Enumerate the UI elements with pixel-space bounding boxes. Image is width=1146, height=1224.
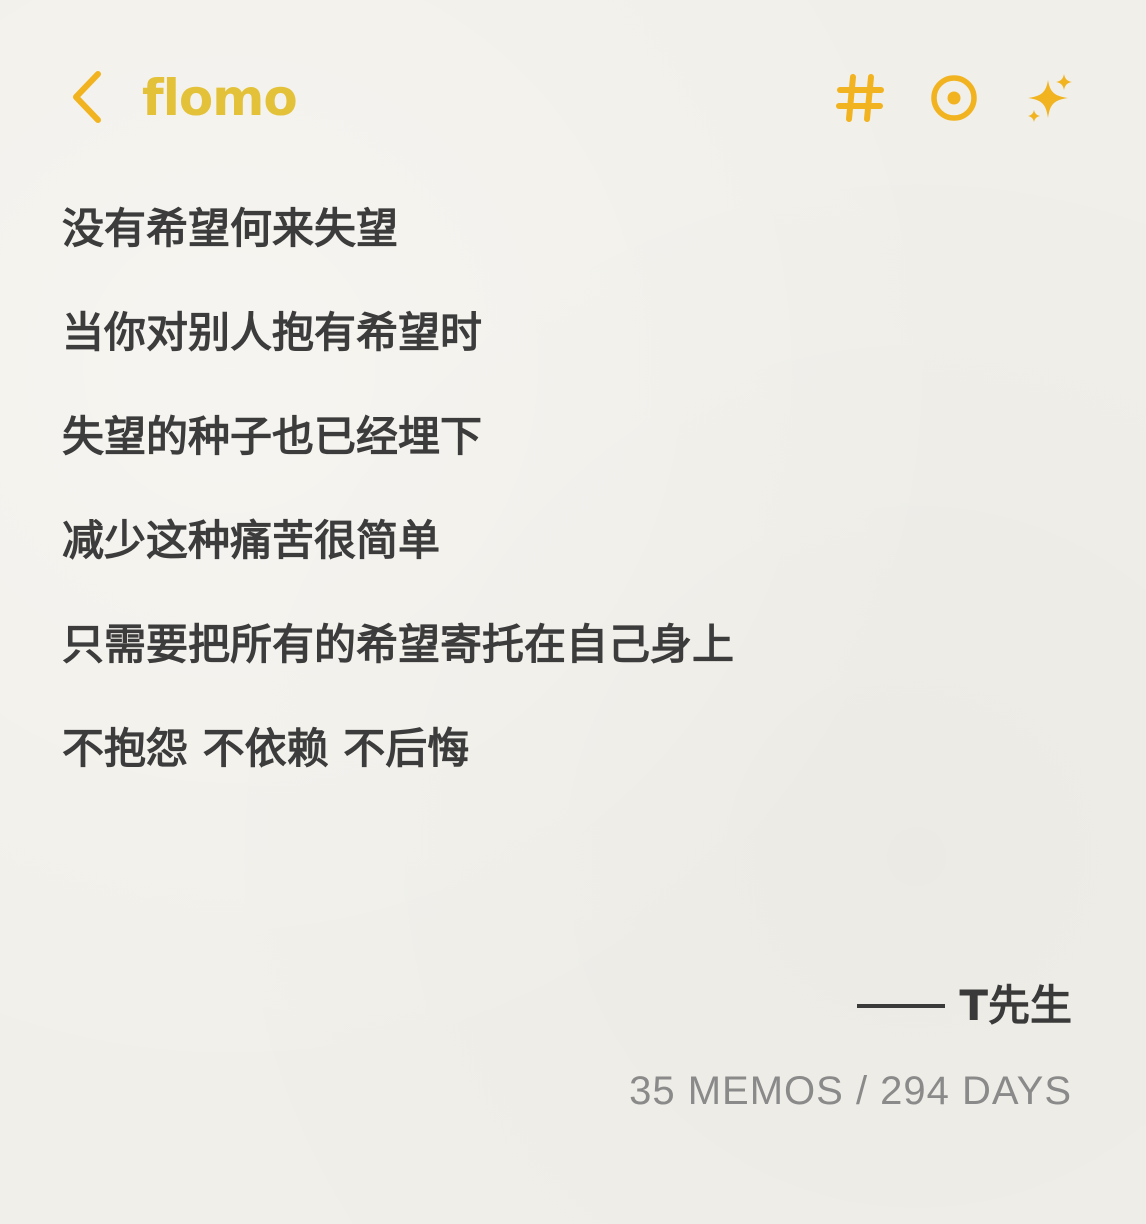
top-bar: flomo <box>0 0 1146 200</box>
brand-logo: flomo <box>142 69 298 127</box>
memo-line: 失望的种子也已经埋下 <box>62 412 483 461</box>
author-name: T先生 <box>959 981 1072 1030</box>
memo-content: 没有希望何来失望 当你对别人抱有希望时 失望的种子也已经埋下 减少这种痛苦很简单… <box>62 198 1062 822</box>
sparkle-icon <box>1028 74 1072 122</box>
memo-line: 没有希望何来失望 <box>62 204 399 253</box>
chevron-left-icon <box>73 71 101 123</box>
back-button[interactable] <box>66 68 110 126</box>
ai-insight-button[interactable] <box>1022 70 1078 126</box>
hash-icon <box>836 74 884 122</box>
author-signature: T先生 <box>857 976 1072 1036</box>
signature-dash <box>857 1004 946 1008</box>
memo-line: 只需要把所有的希望寄托在自己身上 <box>62 620 735 669</box>
memo-line: 减少这种痛苦很简单 <box>62 516 441 565</box>
review-button[interactable] <box>928 72 980 124</box>
memo-stats: 35 MEMOS / 294 DAYS <box>629 1069 1072 1113</box>
memo-line: 当你对别人抱有希望时 <box>62 308 483 357</box>
memo-line: 不抱怨 不依赖 不后悔 <box>62 724 470 773</box>
target-icon <box>931 75 977 121</box>
tag-button[interactable] <box>834 72 886 124</box>
